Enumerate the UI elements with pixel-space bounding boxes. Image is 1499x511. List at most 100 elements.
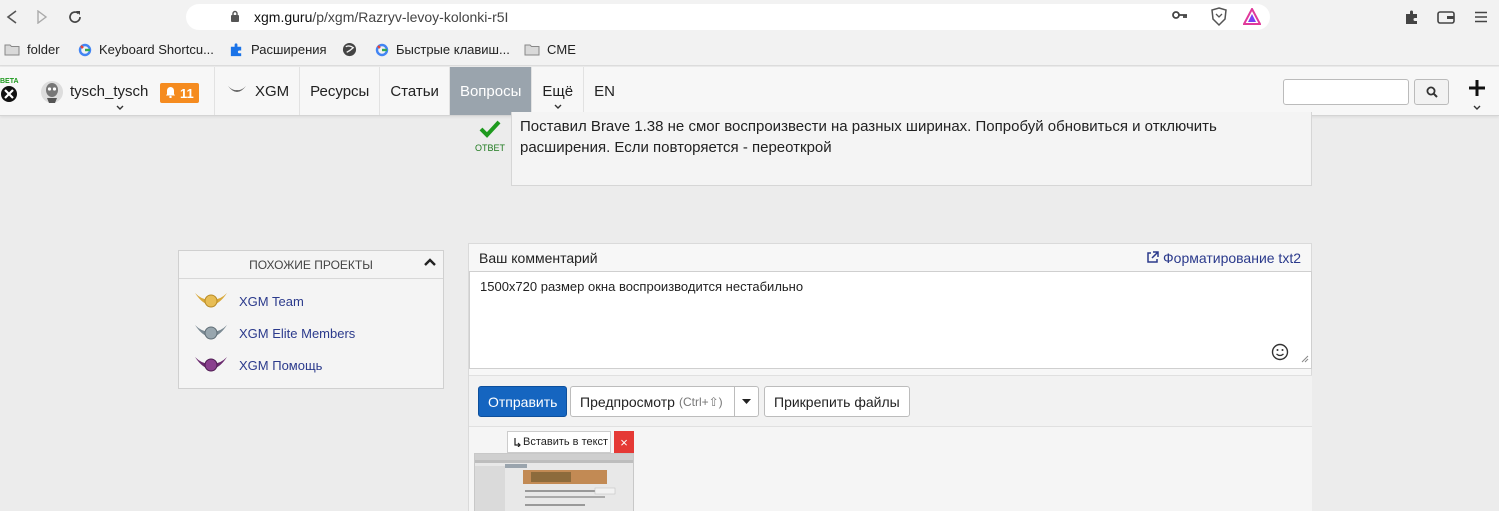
bookmark-quick-keys[interactable]: Быстрые клавиш...: [375, 42, 510, 57]
notifications-badge[interactable]: 11: [160, 83, 199, 103]
globe-icon: [342, 42, 357, 57]
menu-item-label: Статьи: [390, 82, 439, 100]
xgm-elite-logo-icon: [195, 325, 227, 340]
address-bar[interactable]: xgm.guru/p/xgm/Razryv-levoy-kolonki-r5I: [186, 4, 1270, 30]
similar-projects-title: ПОХОЖИЕ ПРОЕКТЫ: [249, 257, 373, 272]
forward-icon: [37, 10, 48, 24]
url-host: xgm.guru: [254, 9, 313, 25]
avatar[interactable]: [40, 80, 64, 104]
project-title: XGM Помощь: [239, 357, 323, 373]
submit-button[interactable]: Отправить: [478, 386, 568, 417]
puzzle-icon: [1406, 10, 1417, 24]
formatting-link[interactable]: Форматирование txt2: [1146, 250, 1301, 266]
comment-form: Ваш комментарий Форматирование txt2 1500…: [468, 243, 1312, 511]
main-menu: XGM Ресурсы Статьи Вопросы Ещё EN: [214, 67, 625, 115]
preview-dropdown-button[interactable]: [734, 386, 759, 417]
notifications-count: 11: [180, 85, 194, 101]
comment-textarea[interactable]: 1500x720 размер окна воспроизводится нес…: [469, 271, 1312, 369]
brave-rewards-icon[interactable]: [1242, 6, 1262, 28]
project-title: XGM Team: [239, 293, 304, 309]
plus-icon: [1469, 80, 1485, 96]
answer-text: Поставил Brave 1.38 не смог воспроизвест…: [511, 112, 1312, 186]
menu-item-label: Вопросы: [459, 82, 522, 100]
menu-item-more[interactable]: Ещё: [531, 67, 583, 115]
menu-item-xgm[interactable]: XGM: [214, 67, 299, 115]
bookmark-keyboard-shortcuts[interactable]: Keyboard Shortcu...: [78, 42, 214, 57]
bookmark-cme[interactable]: CME: [524, 42, 576, 57]
screenshot-thumbnail-image: [475, 454, 633, 511]
username[interactable]: tysch_tysch: [70, 83, 148, 100]
menu-item-language[interactable]: EN: [583, 67, 625, 115]
wallet-button[interactable]: [1435, 6, 1457, 28]
key-icon[interactable]: [1172, 9, 1188, 24]
attachment-thumbnail[interactable]: [474, 453, 634, 511]
chevron-down-icon[interactable]: [1473, 102, 1481, 112]
smiley-icon[interactable]: [1271, 343, 1289, 364]
project-item[interactable]: XGM Elite Members: [193, 319, 355, 347]
extensions-button[interactable]: [1401, 6, 1423, 28]
chevron-down-icon[interactable]: [116, 102, 124, 112]
project-item[interactable]: XGM Team: [193, 287, 304, 315]
insert-arrow-icon: [514, 438, 521, 447]
checkmark-icon: [479, 120, 501, 138]
site-header: BETA tysch_tysch 11 XGM Ресурсы Статьи В…: [0, 67, 1499, 116]
comment-actions: Отправить Предпросмотр (Ctrl+⇧) Прикрепи…: [469, 375, 1312, 427]
bookmark-extensions[interactable]: Расширения: [229, 42, 327, 57]
folder-icon: [4, 43, 20, 56]
external-link-icon: [1146, 251, 1159, 264]
lock-icon: [230, 10, 240, 26]
beta-logo-icon: BETA: [0, 78, 19, 102]
answer-label: ОТВЕТ: [474, 143, 505, 153]
brave-shield-icon[interactable]: [1210, 7, 1228, 30]
site-logo[interactable]: BETA: [0, 75, 22, 109]
forward-button[interactable]: [31, 6, 53, 28]
hamburger-icon: [1475, 11, 1487, 23]
search-button[interactable]: [1414, 79, 1449, 105]
preview-button[interactable]: Предпросмотр (Ctrl+⇧): [570, 386, 735, 417]
beta-label: BETA: [0, 78, 19, 85]
menu-item-label: EN: [594, 82, 615, 100]
add-button[interactable]: [1466, 79, 1488, 101]
resize-handle-icon[interactable]: [1301, 351, 1309, 366]
chevron-down-icon: [554, 101, 562, 111]
wallet-icon: [1437, 11, 1455, 24]
attach-files-button[interactable]: Прикрепить файлы: [764, 386, 910, 417]
back-button[interactable]: [1, 6, 23, 28]
folder-icon: [524, 43, 540, 56]
submit-label: Отправить: [488, 393, 558, 410]
insert-into-text-button[interactable]: Вставить в текст: [507, 431, 611, 453]
menu-item-label: XGM: [255, 82, 290, 100]
attachments-area: Вставить в текст ×: [469, 427, 1312, 511]
search-input[interactable]: [1283, 79, 1409, 105]
preview-label: Предпросмотр: [580, 393, 675, 410]
bookmark-folder[interactable]: folder: [4, 42, 60, 57]
similar-projects-header: ПОХОЖИЕ ПРОЕКТЫ: [179, 251, 443, 279]
bookmark-label: folder: [27, 42, 60, 57]
preview-hint: (Ctrl+⇧): [678, 394, 723, 409]
bookmarks-bar: folder Keyboard Shortcu... Расширения Бы…: [0, 34, 1499, 66]
menu-item-label: Ещё: [542, 82, 574, 100]
bookmark-label: CME: [547, 42, 576, 57]
menu-item-resources[interactable]: Ресурсы: [299, 67, 379, 115]
menu-item-questions[interactable]: Вопросы: [448, 67, 532, 115]
bookmark-globe[interactable]: [342, 42, 364, 57]
search-icon: [1426, 86, 1438, 98]
project-title: XGM Elite Members: [239, 325, 356, 341]
google-icon: [375, 43, 389, 57]
bell-icon: [165, 86, 176, 101]
similar-projects-panel: ПОХОЖИЕ ПРОЕКТЫ XGM Team XGM Elite Membe…: [178, 250, 444, 389]
remove-attachment-button[interactable]: ×: [614, 431, 634, 453]
browser-menu-button[interactable]: [1470, 6, 1492, 28]
project-item[interactable]: XGM Помощь: [193, 351, 322, 379]
google-icon: [78, 43, 92, 57]
reload-button[interactable]: [64, 6, 86, 28]
insert-label: Вставить в текст: [523, 436, 609, 448]
browser-toolbar: xgm.guru/p/xgm/Razryv-levoy-kolonki-r5I: [0, 0, 1499, 34]
chevron-up-icon[interactable]: [423, 256, 437, 270]
attach-label: Прикрепить файлы: [774, 393, 900, 410]
bookmark-label: Быстрые клавиш...: [396, 42, 510, 57]
menu-item-articles[interactable]: Статьи: [379, 67, 449, 115]
bookmark-label: Keyboard Shortcu...: [99, 42, 214, 57]
formatting-link-label: Форматирование txt2: [1163, 249, 1301, 266]
url-path: /p/xgm/Razryv-levoy-kolonki-r5I: [312, 9, 509, 25]
